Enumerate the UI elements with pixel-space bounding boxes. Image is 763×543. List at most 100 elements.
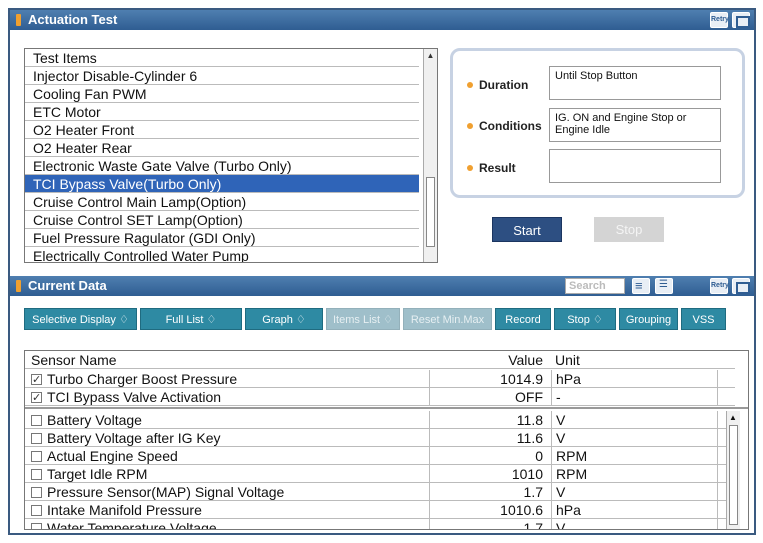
table-row[interactable]: Actual Engine Speed 0 RPM [25,447,735,465]
sensor-unit: RPM [551,465,587,483]
test-item[interactable]: Cruise Control SET Lamp(Option) [25,211,419,229]
row-checkbox[interactable] [31,371,42,389]
scroll-thumb[interactable] [729,425,738,525]
test-item[interactable]: Cruise Control Main Lamp(Option) [25,193,419,211]
test-item[interactable]: Cooling Fan PWM [25,85,419,103]
current-data-title: Current Data [28,278,107,293]
table-header: Sensor Name Value Unit [25,351,735,369]
table-row[interactable]: Battery Voltage after IG Key 11.6 V [25,429,735,447]
sensor-name-text: Pressure Sensor(MAP) Signal Voltage [47,484,285,500]
start-button[interactable]: Start [492,217,562,242]
reset-minmax-button[interactable]: Reset Min.Max [403,308,492,330]
column-separator [717,370,718,388]
sensor-value: 1010.6 [500,502,543,518]
sensor-name: Actual Engine Speed [31,447,178,465]
flag-icon [16,280,21,292]
test-item[interactable]: ETC Motor [25,103,419,121]
column-separator [717,465,718,483]
sensor-value: 0 [535,448,543,464]
test-item[interactable]: Injector Disable-Cylinder 6 [25,67,419,85]
sensor-name-text: Actual Engine Speed [47,448,178,464]
window-icon[interactable] [732,12,750,28]
column-separator [717,429,718,447]
row-checkbox[interactable] [31,433,42,444]
row-checkbox[interactable] [31,487,42,498]
table-row[interactable]: Pressure Sensor(MAP) Signal Voltage 1.7 V [25,483,735,501]
column-separator [717,388,718,406]
stop-dropdown-button[interactable]: Stop ♢ [554,308,616,330]
flag-icon [16,14,21,26]
column-separator [717,501,718,519]
row-checkbox[interactable] [31,505,42,516]
test-item[interactable]: O2 Heater Rear [25,139,419,157]
stop-button[interactable]: Stop [594,217,664,242]
table-row[interactable]: Target Idle RPM 1010 RPM [25,465,735,483]
sensor-name-header: Sensor Name [31,352,117,368]
test-items-header: Test Items [25,49,419,67]
sensor-value: 1014.9 [500,371,543,387]
sensor-name: Battery Voltage [31,411,142,429]
sensor-name: Target Idle RPM [31,465,147,483]
test-item[interactable]: O2 Heater Front [25,121,419,139]
retry-button[interactable]: Retry [710,12,729,28]
sensor-name-text: Turbo Charger Boost Pressure [47,371,238,387]
table-row[interactable]: Battery Voltage 11.8 V [25,411,735,429]
sensor-name: Water Temperature Voltage [31,519,217,530]
row-checkbox[interactable] [31,415,42,426]
pinned-divider [25,407,748,409]
retry-button[interactable]: Retry [710,278,729,294]
row-checkbox[interactable] [31,469,42,480]
test-item[interactable]: TCI Bypass Valve(Turbo Only) [25,175,419,193]
record-button[interactable]: Record [495,308,551,330]
column-separator [717,519,718,529]
sensor-name-text: Target Idle RPM [47,466,148,482]
table-row[interactable]: Intake Manifold Pressure 1010.6 hPa [25,501,735,519]
sensor-name: Intake Manifold Pressure [31,501,202,519]
sensor-value: OFF [515,389,543,405]
test-item[interactable]: Electronic Waste Gate Valve (Turbo Only) [25,157,419,175]
test-items-list: Test Items Injector Disable-Cylinder 6 Co… [24,48,438,263]
result-label: Result [467,161,516,175]
sensor-name: Battery Voltage after IG Key [31,429,221,447]
sensor-name-text: Water Temperature Voltage [47,520,217,530]
scroll-thumb[interactable] [426,177,435,247]
list-view-icon[interactable] [632,278,650,294]
grouping-button[interactable]: Grouping [619,308,678,330]
test-list-scrollbar[interactable]: ▲ [423,49,437,262]
test-item[interactable]: Fuel Pressure Ragulator (GDI Only) [25,229,419,247]
detail-view-icon[interactable] [655,278,673,294]
window-icon[interactable] [732,278,750,294]
sensor-name-text: Battery Voltage [47,412,142,428]
sensor-value: 1.7 [523,484,543,500]
full-list-button[interactable]: Full List ♢ [140,308,242,330]
current-data-titlebar: Current Data Search Retry [10,276,754,296]
sensor-unit: V [551,411,565,429]
main-frame: Actuation Test Retry Test Items Injector… [8,8,756,535]
duration-value: Until Stop Button [549,66,721,100]
sensor-name: Pressure Sensor(MAP) Signal Voltage [31,483,284,501]
search-input[interactable]: Search [565,278,625,294]
selective-display-button[interactable]: Selective Display ♢ [24,308,137,330]
sensor-name-text: Intake Manifold Pressure [47,502,202,518]
sensor-unit: RPM [551,447,587,465]
row-checkbox[interactable] [31,523,42,529]
scroll-up-icon[interactable]: ▲ [426,51,435,61]
conditions-label: Conditions [467,119,542,133]
items-list-button[interactable]: Items List ♢ [326,308,400,330]
actuation-title: Actuation Test [28,12,118,27]
table-row[interactable]: TCI Bypass Valve Activation OFF- [25,388,735,407]
sensor-value: 11.8 [516,412,543,428]
table-row[interactable]: Turbo Charger Boost Pressure 1014.9 hPa [25,370,735,389]
sensor-unit: V [551,519,565,529]
table-row[interactable]: Water Temperature Voltage 1.7 V [25,519,735,530]
conditions-value: IG. ON and Engine Stop or Engine Idle [549,108,721,142]
row-checkbox[interactable] [31,451,42,462]
vss-button[interactable]: VSS [681,308,726,330]
row-checkbox[interactable] [31,389,42,407]
value-header: Value [508,352,543,368]
graph-button[interactable]: Graph ♢ [245,308,323,330]
scroll-up-icon[interactable]: ▲ [729,413,737,422]
test-item[interactable]: Electrically Controlled Water Pump [25,247,419,262]
data-table-scrollbar[interactable]: ▲ [726,411,740,529]
test-info-box: Duration Until Stop Button Conditions IG… [450,48,745,198]
